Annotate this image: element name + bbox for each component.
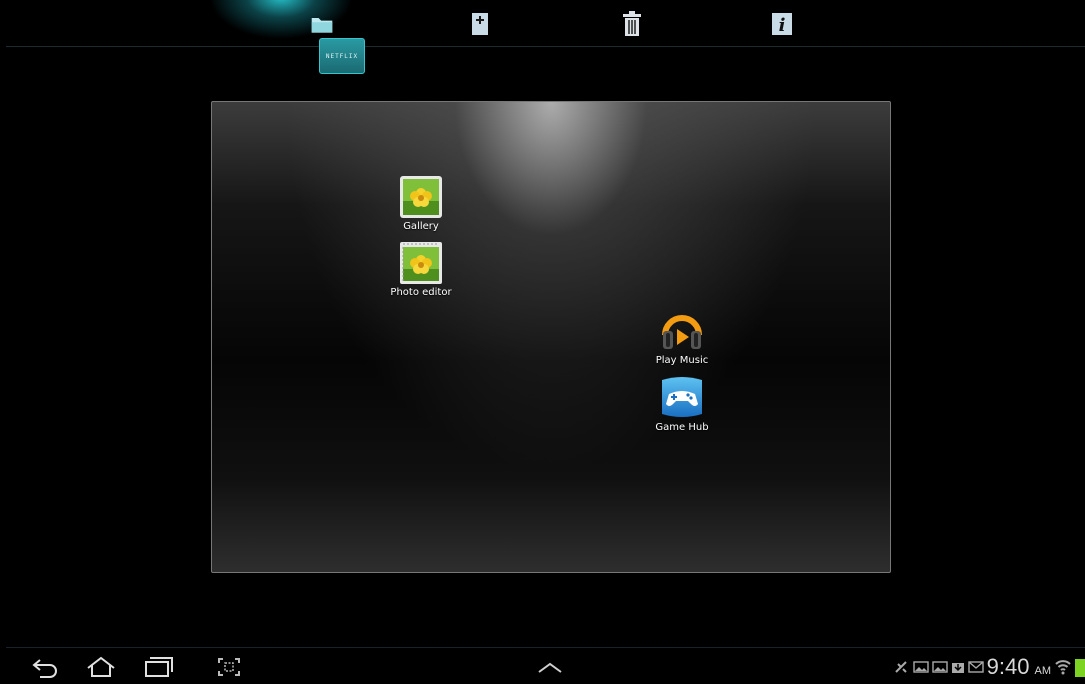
folder-icon bbox=[311, 18, 333, 33]
photo-editor-icon bbox=[400, 242, 442, 284]
app-label: Game Hub bbox=[655, 422, 709, 433]
app-tray-button[interactable] bbox=[536, 660, 564, 674]
trash-icon bbox=[623, 11, 641, 36]
mail-icon bbox=[967, 661, 984, 673]
app-gallery[interactable]: Gallery bbox=[381, 175, 461, 232]
home-icon bbox=[87, 656, 115, 677]
info-icon: i bbox=[772, 13, 792, 36]
top-action-bar: i bbox=[6, 0, 1085, 47]
recent-apps-button[interactable] bbox=[142, 656, 174, 678]
svg-text:i: i bbox=[779, 15, 786, 36]
delete-button[interactable] bbox=[620, 10, 644, 38]
dragged-netflix-shortcut[interactable]: NETFLIX bbox=[319, 38, 365, 74]
app-game-hub[interactable]: Game Hub bbox=[642, 374, 722, 433]
image-icon bbox=[912, 661, 929, 673]
back-button[interactable] bbox=[30, 656, 62, 678]
clock-time: 9:40 bbox=[986, 654, 1030, 679]
app-label: Gallery bbox=[403, 221, 439, 232]
app-play-music[interactable]: Play Music bbox=[642, 307, 722, 366]
clock-ampm: AM bbox=[1034, 665, 1052, 677]
app-photo-editor[interactable]: Photo editor bbox=[381, 241, 461, 298]
game-hub-icon bbox=[662, 377, 702, 417]
image-icon bbox=[931, 661, 948, 673]
wifi-icon bbox=[1055, 660, 1071, 675]
screenshot-icon bbox=[218, 658, 240, 676]
system-navigation-bar: 9:40 AM bbox=[6, 647, 1085, 684]
app-label: Play Music bbox=[655, 355, 709, 366]
screenshot-button[interactable] bbox=[216, 656, 242, 678]
play-music-icon bbox=[662, 315, 702, 349]
status-area[interactable]: 9:40 AM bbox=[894, 654, 1085, 680]
up-arrow-icon bbox=[538, 662, 562, 673]
download-icon bbox=[951, 663, 964, 673]
netflix-label: NETFLIX bbox=[325, 52, 359, 60]
folder-button[interactable] bbox=[310, 10, 334, 38]
back-icon bbox=[32, 659, 57, 678]
add-page-icon bbox=[472, 13, 488, 35]
add-page-button[interactable] bbox=[468, 10, 492, 38]
home-button[interactable] bbox=[84, 656, 118, 678]
app-label: Photo editor bbox=[390, 287, 452, 298]
left-edge bbox=[0, 0, 6, 683]
usb-debug-icon bbox=[894, 661, 907, 673]
gallery-icon bbox=[400, 176, 442, 218]
battery-icon bbox=[1075, 659, 1085, 677]
folder-panel: Gallery Photo editor Play Music Game Hub bbox=[211, 101, 891, 573]
info-button[interactable]: i bbox=[770, 10, 794, 38]
recent-apps-icon bbox=[145, 657, 173, 677]
